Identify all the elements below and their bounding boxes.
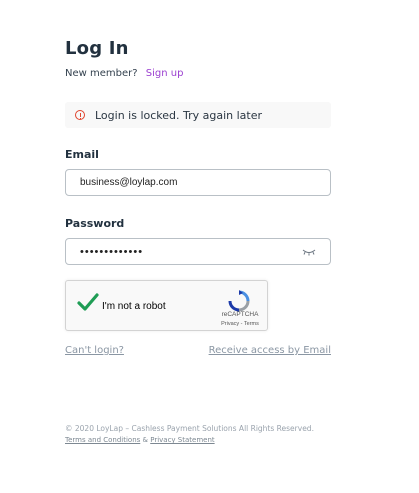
recaptcha-widget: I'm not a robot reCAPTCHA Privacy - Term…	[65, 280, 268, 331]
eye-closed-icon[interactable]	[302, 248, 316, 256]
signup-row: New member? Sign up	[65, 68, 183, 79]
captcha-brand: reCAPTCHA	[221, 311, 259, 318]
privacy-statement-link[interactable]: Privacy Statement	[150, 436, 214, 444]
captcha-privacy-link[interactable]: Privacy	[221, 321, 239, 327]
captcha-terms-link[interactable]: Terms	[244, 321, 259, 327]
email-field[interactable]	[80, 177, 290, 188]
login-locked-alert: Login is locked. Try again later	[65, 102, 331, 128]
signup-link[interactable]: Sign up	[146, 68, 184, 79]
alert-message: Login is locked. Try again later	[95, 108, 263, 122]
password-field[interactable]	[80, 245, 290, 258]
checkmark-icon[interactable]	[77, 292, 99, 314]
footer-and: &	[140, 436, 151, 444]
error-circle-icon	[75, 110, 85, 120]
footer-links: Terms and Conditions & Privacy Statement	[65, 436, 215, 444]
terms-link[interactable]: Terms and Conditions	[65, 436, 140, 444]
email-field-container	[65, 169, 331, 196]
page-title: Log In	[65, 38, 129, 59]
email-label: Email	[65, 148, 99, 161]
footer-copyright: © 2020 LoyLap – Cashless Payment Solutio…	[65, 424, 314, 433]
password-field-container	[65, 238, 331, 265]
recaptcha-logo-icon	[228, 290, 250, 312]
cant-login-link[interactable]: Can't login?	[65, 345, 124, 356]
new-member-text: New member?	[65, 68, 138, 79]
captcha-links: Privacy - Terms	[216, 321, 264, 327]
captcha-label: I'm not a robot	[102, 301, 166, 312]
receive-access-by-email-link[interactable]: Receive access by Email	[209, 345, 331, 356]
password-label: Password	[65, 217, 125, 230]
